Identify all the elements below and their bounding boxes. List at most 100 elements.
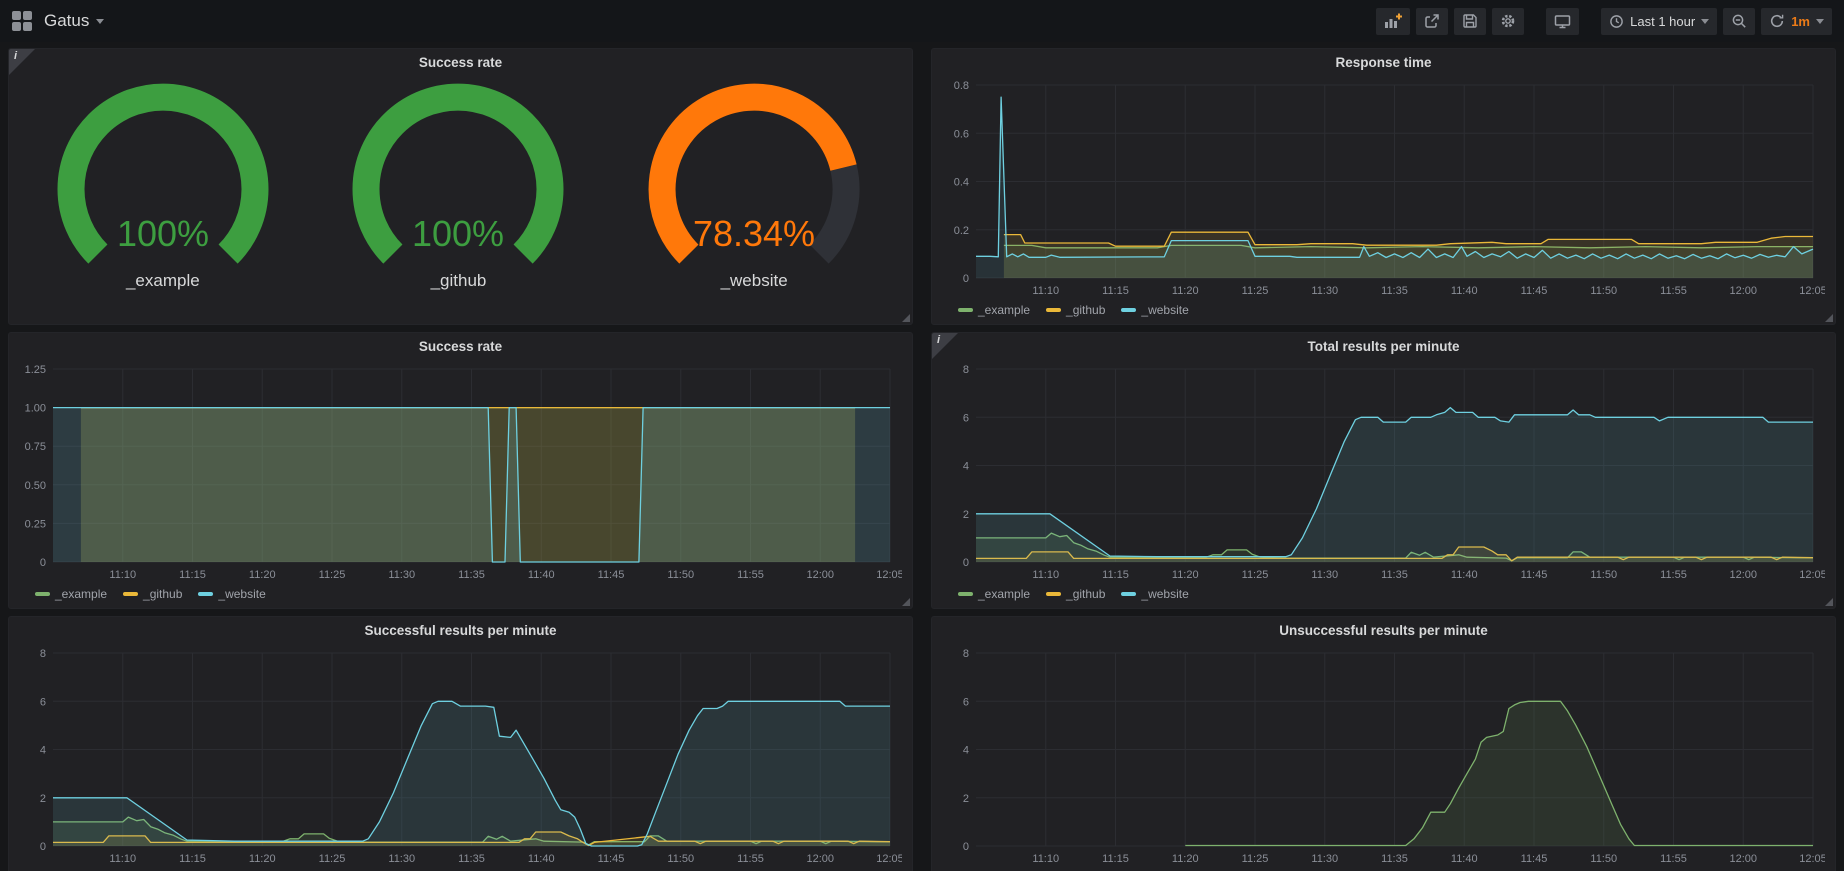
legend-item-_github[interactable]: _github <box>1046 303 1105 317</box>
info-corner-icon[interactable]: i <box>932 333 958 359</box>
legend-label: _website <box>1141 587 1188 601</box>
magnifier-minus-icon <box>1731 13 1747 29</box>
svg-text:11:25: 11:25 <box>319 569 346 581</box>
panel-resize-handle[interactable] <box>1825 314 1833 322</box>
svg-text:11:50: 11:50 <box>1590 853 1617 865</box>
panel-unsuccessful-results: Unsuccessful results per minute 0246811:… <box>931 616 1836 871</box>
svg-text:0.4: 0.4 <box>954 177 969 189</box>
refresh-picker[interactable]: 1m <box>1761 8 1832 35</box>
panel-header[interactable]: Success rate <box>9 333 912 359</box>
svg-text:11:30: 11:30 <box>1311 853 1338 865</box>
panel-header[interactable]: Success rate <box>9 49 912 75</box>
panel-resize-handle[interactable] <box>902 314 910 322</box>
svg-text:0: 0 <box>40 841 46 853</box>
svg-text:1.25: 1.25 <box>25 364 46 376</box>
svg-text:2: 2 <box>963 793 969 805</box>
dashboard-grid: i Success rate 100% _example 100% _githu… <box>0 42 1844 871</box>
svg-text:12:05: 12:05 <box>1799 285 1825 297</box>
svg-text:11:50: 11:50 <box>1590 285 1617 297</box>
panel-success-rate-graph: Success rate 00.250.500.751.001.2511:101… <box>8 332 913 609</box>
gauge-arc: 100% <box>328 83 588 269</box>
svg-text:12:00: 12:00 <box>806 569 834 581</box>
svg-text:78.34%: 78.34% <box>693 213 815 254</box>
svg-text:11:40: 11:40 <box>1451 569 1478 581</box>
svg-text:2: 2 <box>40 793 46 805</box>
svg-text:11:10: 11:10 <box>109 853 136 865</box>
svg-text:11:55: 11:55 <box>737 569 764 581</box>
legend-label: _example <box>978 303 1030 317</box>
svg-text:11:10: 11:10 <box>1032 285 1059 297</box>
svg-text:11:40: 11:40 <box>1451 853 1478 865</box>
legend-item-_website[interactable]: _website <box>1121 303 1188 317</box>
gauge-row: 100% _example 100% _github 78.34% _websi… <box>15 75 902 320</box>
time-range-picker[interactable]: Last 1 hour <box>1601 8 1717 35</box>
legend-item-_example[interactable]: _example <box>35 587 107 601</box>
gauge-_example: 100% _example <box>33 83 293 291</box>
cycle-view-button[interactable] <box>1546 8 1579 35</box>
svg-text:11:20: 11:20 <box>1172 569 1199 581</box>
dashboard-title: Gatus <box>44 11 89 31</box>
panel-header[interactable]: Successful results per minute <box>9 617 912 643</box>
svg-text:11:35: 11:35 <box>1381 853 1408 865</box>
grid-square <box>23 11 32 20</box>
svg-text:11:45: 11:45 <box>598 569 625 581</box>
svg-text:11:15: 11:15 <box>1102 285 1129 297</box>
panel-resize-handle[interactable] <box>902 598 910 606</box>
svg-text:6: 6 <box>40 696 46 708</box>
gear-icon <box>1500 13 1516 29</box>
svg-text:11:35: 11:35 <box>1381 569 1408 581</box>
legend-label: _github <box>1066 587 1105 601</box>
svg-text:11:50: 11:50 <box>1590 569 1617 581</box>
save-button[interactable] <box>1454 8 1486 35</box>
add-panel-button[interactable] <box>1376 8 1410 35</box>
svg-text:11:25: 11:25 <box>1242 853 1269 865</box>
share-button[interactable] <box>1416 8 1448 35</box>
legend-item-_github[interactable]: _github <box>1046 587 1105 601</box>
share-icon <box>1424 13 1440 29</box>
legend-label: _github <box>143 587 182 601</box>
info-corner-icon[interactable]: i <box>9 49 35 75</box>
panel-response-time: Response time 00.20.40.60.811:1011:1511:… <box>931 48 1836 325</box>
chart-canvas[interactable]: 00.20.40.60.811:1011:1511:2011:2511:3011… <box>938 75 1825 300</box>
panel-header[interactable]: Total results per minute <box>932 333 1835 359</box>
svg-text:12:05: 12:05 <box>1799 569 1825 581</box>
chart-canvas[interactable]: 0246811:1011:1511:2011:2511:3011:3511:40… <box>938 643 1825 868</box>
panel-header[interactable]: Unsuccessful results per minute <box>932 617 1835 643</box>
legend-item-_website[interactable]: _website <box>1121 587 1188 601</box>
chart-canvas[interactable]: 0246811:1011:1511:2011:2511:3011:3511:40… <box>15 643 902 868</box>
svg-text:12:00: 12:00 <box>1729 285 1757 297</box>
chart-canvas[interactable]: 0246811:1011:1511:2011:2511:3011:3511:40… <box>938 359 1825 584</box>
svg-text:11:25: 11:25 <box>319 853 346 865</box>
dashboard-title-dropdown[interactable]: Gatus <box>44 11 104 31</box>
svg-text:11:30: 11:30 <box>1311 285 1338 297</box>
add-panel-icon <box>1384 13 1402 29</box>
gauge-label: _example <box>126 271 200 291</box>
svg-text:11:15: 11:15 <box>1102 853 1129 865</box>
apps-grid-icon[interactable] <box>12 11 32 31</box>
legend-item-_example[interactable]: _example <box>958 303 1030 317</box>
svg-text:11:10: 11:10 <box>109 569 136 581</box>
navbar: Gatus <box>0 0 1844 42</box>
svg-text:8: 8 <box>963 648 969 660</box>
svg-text:11:30: 11:30 <box>1311 569 1338 581</box>
chart-canvas[interactable]: 00.250.500.751.001.2511:1011:1511:2011:2… <box>15 359 902 584</box>
settings-button[interactable] <box>1492 8 1524 35</box>
legend-item-_website[interactable]: _website <box>198 587 265 601</box>
grid-square <box>12 11 21 20</box>
svg-text:6: 6 <box>963 412 969 424</box>
panel-header[interactable]: Response time <box>932 49 1835 75</box>
svg-text:11:35: 11:35 <box>458 569 485 581</box>
svg-text:0: 0 <box>963 841 969 853</box>
panel-title: Response time <box>1335 55 1431 70</box>
monitor-icon <box>1554 13 1571 29</box>
svg-text:100%: 100% <box>117 213 209 254</box>
legend-swatch-icon <box>1121 308 1136 312</box>
legend-item-_example[interactable]: _example <box>958 587 1030 601</box>
legend-label: _example <box>55 587 107 601</box>
svg-text:11:30: 11:30 <box>388 569 415 581</box>
panel-total-results: i Total results per minute 0246811:1011:… <box>931 332 1836 609</box>
svg-text:0.25: 0.25 <box>25 518 46 530</box>
zoom-out-button[interactable] <box>1723 8 1755 35</box>
legend-item-_github[interactable]: _github <box>123 587 182 601</box>
panel-resize-handle[interactable] <box>1825 598 1833 606</box>
